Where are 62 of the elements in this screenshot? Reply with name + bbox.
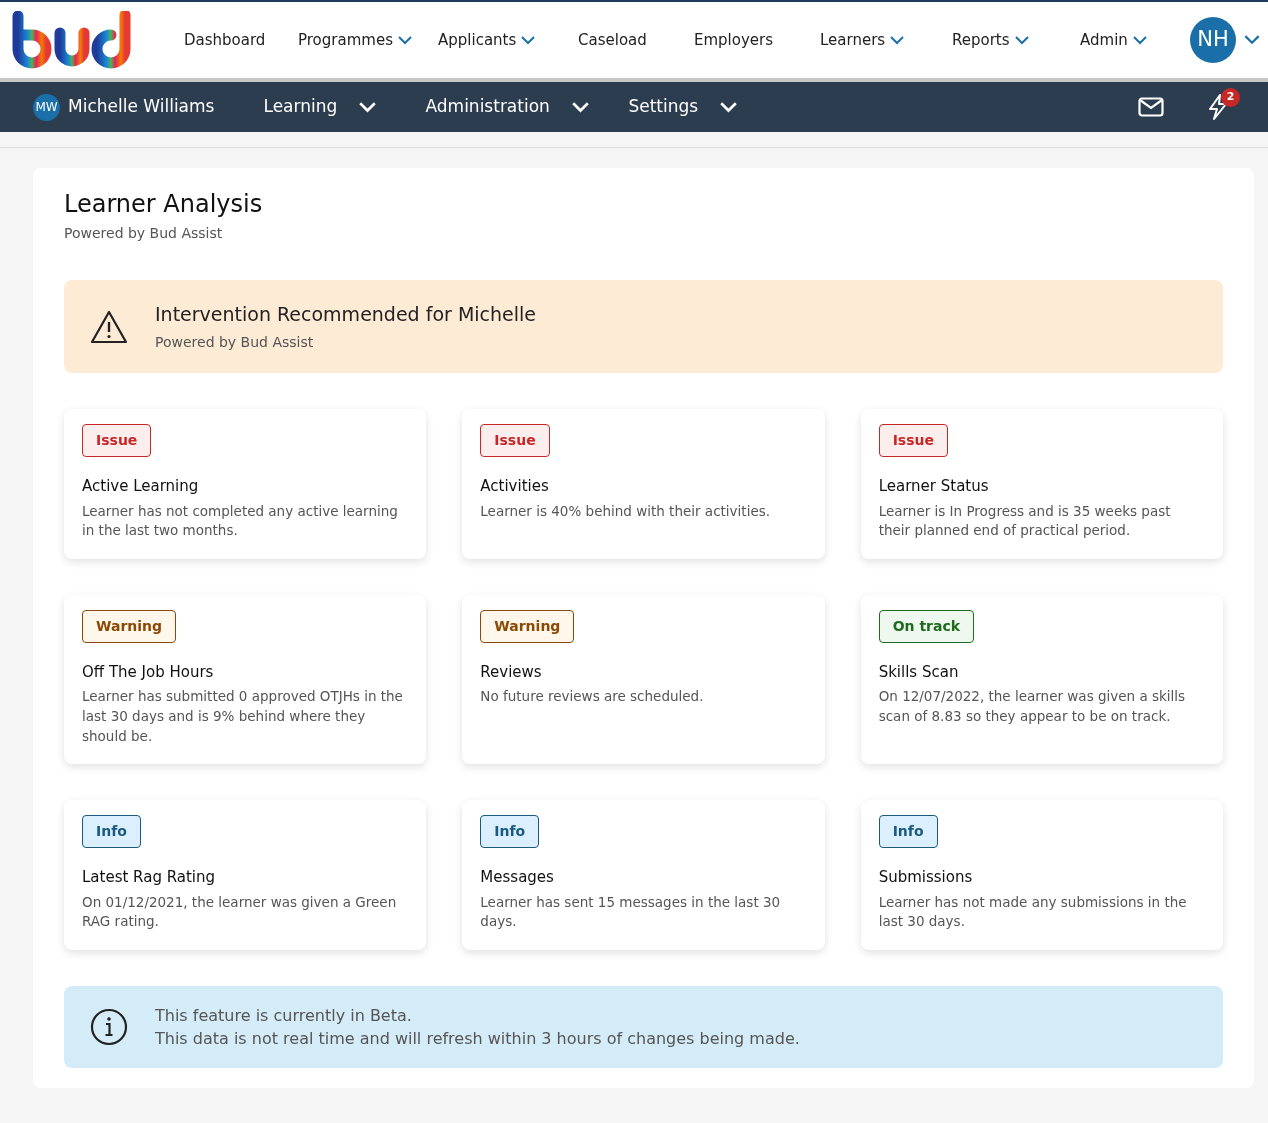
nav-link[interactable]: Employers: [694, 28, 820, 52]
finding-title: Activities: [480, 476, 550, 498]
finding-text: Learner has submitted 0 approved OTJHs in the last 30 days and is 9% behind where they should be.: [82, 687, 404, 746]
chevron-down-icon: [720, 101, 738, 113]
info-text: This data is not real time and will refresh within 3 hours of changes being made.: [155, 1027, 800, 1050]
finding-text: Learner is In Progress and is 35 weeks past their planned end of practical period.: [878, 501, 1172, 541]
chevron-down-icon: [890, 35, 905, 45]
status-tag: Info: [878, 815, 938, 849]
status-tag: Info: [82, 815, 141, 849]
learner-avatar: MW: [33, 93, 60, 121]
nav-link[interactable]: Dashboard: [184, 28, 298, 52]
learner-name: Michelle Williams: [68, 95, 215, 119]
lightning-icon[interactable]: [1208, 94, 1228, 120]
finding-title: Learner Status: [878, 476, 990, 498]
chevron-down-icon[interactable]: [1244, 35, 1260, 45]
status-tag: On track: [878, 609, 975, 643]
status-tag: Issue: [878, 424, 948, 458]
finding-title: Active Learning: [82, 476, 200, 498]
nav-link[interactable]: Reports: [952, 28, 1080, 52]
status-tag: Warning: [82, 609, 177, 643]
finding-title: Submissions: [878, 867, 974, 889]
finding-text: On 01/12/2021, the learner was given a Green RAG rating.: [82, 892, 398, 932]
page-title: Learner Analysis: [64, 190, 264, 219]
finding-title: Skills Scan: [878, 661, 960, 683]
chevron-down-icon: [397, 35, 412, 45]
user-avatar[interactable]: NH: [1190, 17, 1236, 63]
nav-link[interactable]: Learners: [820, 28, 952, 52]
nav-link[interactable]: Caseload: [578, 28, 694, 52]
chevron-down-icon: [521, 35, 536, 45]
nav-link[interactable]: Applicants: [438, 28, 578, 52]
info-text: This feature is currently in Beta.: [155, 1004, 413, 1027]
finding-title: Messages: [480, 867, 555, 889]
notification-count: 2: [1221, 88, 1240, 107]
alert-title: Intervention Recommended for Michelle: [155, 301, 536, 327]
chevron-down-icon: [571, 101, 589, 113]
info-icon: [90, 1007, 128, 1046]
chevron-down-icon: [1014, 35, 1029, 45]
nav-link[interactable]: Programmes: [298, 28, 438, 52]
finding-text: Learner has sent 15 messages in the last 30 days.: [480, 892, 782, 932]
finding-text: Learner is 40% behind with their activities.: [480, 501, 771, 521]
finding-text: Learner has not made any submissions in the last 30 days.: [878, 892, 1188, 932]
status-tag: Warning: [480, 609, 575, 643]
status-tag: Issue: [480, 424, 550, 458]
finding-text: No future reviews are scheduled.: [480, 687, 705, 707]
finding-text: Learner has not completed any active learning in the last two months.: [82, 501, 399, 541]
finding-title: Reviews: [480, 661, 543, 683]
nav-link[interactable]: Admin: [1080, 28, 1188, 52]
chevron-down-icon: [359, 101, 377, 113]
warning-icon: [90, 309, 128, 344]
status-tag: Issue: [82, 424, 152, 458]
status-tag: Info: [480, 815, 540, 849]
page-subtitle: Powered by Bud Assist: [64, 223, 224, 243]
alert-subtitle: Powered by Bud Assist: [155, 333, 315, 353]
logo-drawing[interactable]: [10, 11, 132, 69]
finding-title: Latest Rag Rating: [82, 867, 217, 889]
mail-icon[interactable]: [1138, 97, 1164, 117]
finding-text: On 12/07/2022, the learner was given a skills scan of 8.83 so they appear to be on track.: [878, 687, 1187, 726]
chevron-down-icon: [1132, 35, 1147, 45]
finding-title: Off The Job Hours: [82, 661, 215, 683]
learner-menu[interactable]: Administration: [425, 94, 629, 120]
learner-menu[interactable]: Settings: [628, 94, 789, 120]
learner-menu[interactable]: Learning: [263, 94, 426, 120]
